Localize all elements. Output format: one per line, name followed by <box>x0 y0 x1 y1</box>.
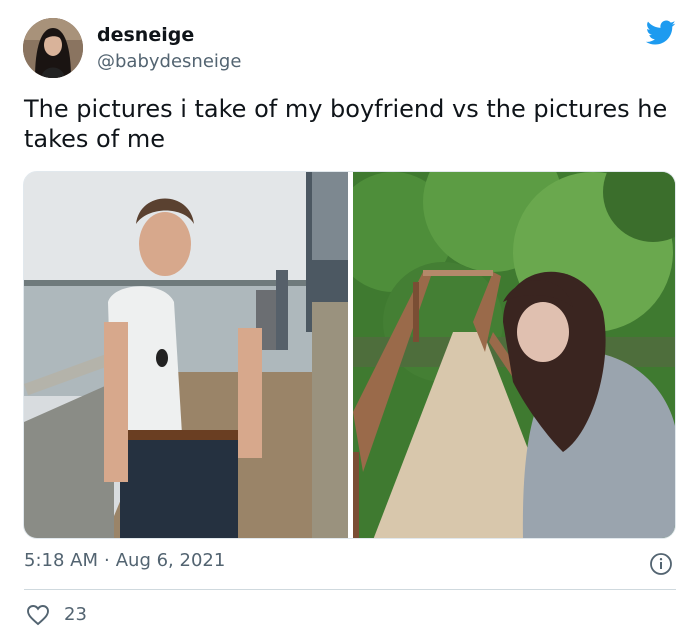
tweet-date: Aug 6, 2021 <box>115 550 226 571</box>
tweet-media[interactable] <box>23 171 676 539</box>
like-count: 23 <box>64 604 87 625</box>
info-icon[interactable] <box>649 552 673 576</box>
twitter-bird-icon[interactable] <box>646 20 676 46</box>
display-name[interactable]: desneige <box>97 24 194 46</box>
tweet-timestamp[interactable]: 5:18 AM · Aug 6, 2021 <box>24 550 225 571</box>
tweet-text: The pictures i take of my boyfriend vs t… <box>24 95 668 153</box>
user-handle[interactable]: @babydesneige <box>97 51 241 72</box>
photo-boyfriend-on-pier[interactable] <box>24 172 348 538</box>
tweet-card: desneige @babydesneige The pictures i ta… <box>0 0 700 643</box>
divider <box>24 589 676 590</box>
photo-girlfriend-on-bridge[interactable] <box>353 172 675 538</box>
meta-separator: · <box>104 550 110 571</box>
heart-icon[interactable] <box>26 603 50 627</box>
tweet-time: 5:18 AM <box>24 550 98 571</box>
avatar[interactable] <box>23 18 83 78</box>
